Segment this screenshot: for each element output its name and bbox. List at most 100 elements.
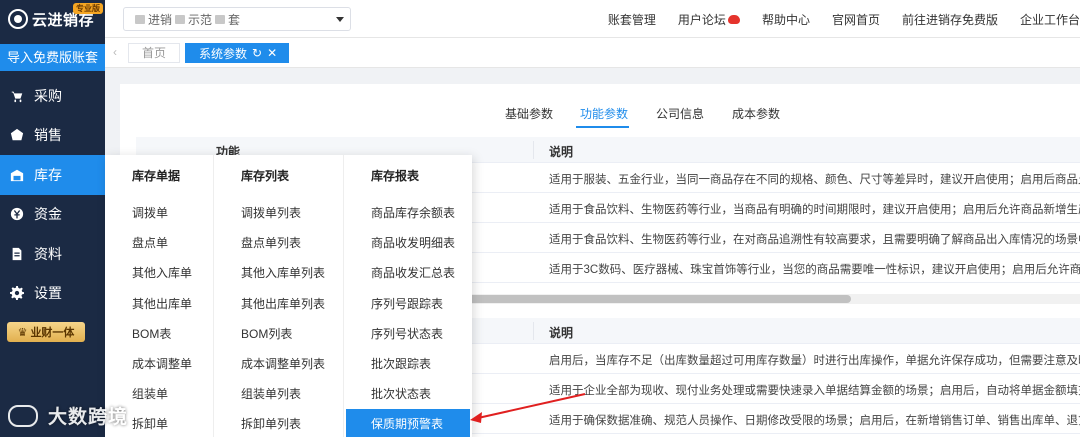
- column-header-desc: 说明: [549, 145, 574, 159]
- sidebar-item-sales[interactable]: 销售: [0, 116, 105, 156]
- column-header-desc: 说明: [549, 326, 574, 340]
- sidebar-item-data[interactable]: 资料: [0, 234, 105, 274]
- link-account-management[interactable]: 账套管理: [608, 11, 656, 28]
- sidebar-item-label: 销售: [34, 127, 62, 144]
- tab-prev-icon[interactable]: ‹: [113, 45, 117, 59]
- inventory-dropdown-menu: 库存单据 调拨单 盘点单 其他入库单 其他出库单 BOM表 成本调整单 组装单 …: [105, 155, 472, 437]
- watermark-logo-icon: [8, 404, 38, 427]
- top-header: 进销 示范 套 账套管理 用户论坛 帮助中心 官网首页 前往进销存免费版 企业工…: [105, 0, 1080, 38]
- tab-label: 系统参数: [199, 46, 248, 61]
- menu-item-serial-tracking-report[interactable]: 序列号跟踪表: [344, 289, 472, 319]
- yecai-button[interactable]: ♛ 业财一体: [7, 322, 85, 342]
- menu-item-other-inbound-list[interactable]: 其他入库单列表: [214, 258, 343, 288]
- dropdown-column-reports: 库存报表 商品库存余额表 商品收发明细表 商品收发汇总表 序列号跟踪表 序列号状…: [344, 155, 472, 437]
- logo-icon: [8, 9, 28, 29]
- dropdown-column-title: 库存列表: [241, 169, 290, 183]
- refresh-icon[interactable]: ↻: [252, 46, 262, 60]
- menu-item-other-inbound[interactable]: 其他入库单: [105, 258, 213, 288]
- column-divider: [533, 141, 534, 159]
- sidebar-menu: 采购 销售 库存 资金 资料 设置: [0, 76, 105, 313]
- blurred-text: [135, 14, 145, 24]
- link-user-forum[interactable]: 用户论坛: [678, 11, 740, 28]
- sidebar-item-label: 资料: [34, 245, 62, 262]
- sidebar-item-label: 资金: [34, 206, 62, 223]
- chevron-down-icon: [336, 17, 344, 22]
- account-select[interactable]: 进销 示范 套: [123, 7, 351, 31]
- menu-item-transfer-list[interactable]: 调拨单列表: [214, 198, 343, 228]
- subtab-basic[interactable]: 基础参数: [505, 105, 553, 122]
- menu-item-other-outbound-list[interactable]: 其他出库单列表: [214, 289, 343, 319]
- sidebar: 云进销存 专业版 导入免费版账套 采购 销售 库存 资金 资料 设置 ♛ 业财一…: [0, 0, 105, 437]
- menu-item-batch-status-report[interactable]: 批次状态表: [344, 379, 472, 409]
- close-icon[interactable]: ✕: [267, 46, 277, 60]
- link-free-version[interactable]: 前往进销存免费版: [902, 11, 998, 28]
- sidebar-item-label: 库存: [34, 166, 62, 183]
- annotation-arrow: [470, 393, 586, 423]
- dropdown-column-lists: 库存列表 调拨单列表 盘点单列表 其他入库单列表 其他出库单列表 BOM列表 成…: [214, 155, 344, 437]
- menu-item-stock-summary-report[interactable]: 商品收发汇总表: [344, 258, 472, 288]
- row-description: 启用后，当库存不足（出库数量超过可用库存数量）时进行出库操作，单据允许保存成功，…: [549, 355, 1080, 367]
- watermark: 大数跨境: [8, 402, 128, 429]
- sidebar-item-inventory[interactable]: 库存: [0, 155, 105, 195]
- menu-item-stock-balance-report[interactable]: 商品库存余额表: [344, 198, 472, 228]
- sidebar-item-funds[interactable]: 资金: [0, 195, 105, 235]
- column-divider: [533, 322, 534, 340]
- tab-system-params[interactable]: 系统参数 ↻ ✕: [185, 43, 289, 63]
- crown-icon: ♛: [17, 326, 28, 339]
- blurred-text: [215, 14, 226, 24]
- row-description: 适用于食品饮料、生物医药等行业，当商品有明确的时间期限时，建议开启使用；启用后允…: [549, 204, 1080, 216]
- header-links: 账套管理 用户论坛 帮助中心 官网首页 前往进销存免费版 企业工作台: [586, 0, 1080, 38]
- app-logo[interactable]: 云进销存 专业版: [0, 0, 105, 38]
- link-official-home[interactable]: 官网首页: [832, 11, 880, 28]
- menu-item-batch-tracking-report[interactable]: 批次跟踪表: [344, 349, 472, 379]
- sidebar-item-settings[interactable]: 设置: [0, 274, 105, 314]
- subtab-function[interactable]: 功能参数: [580, 105, 628, 122]
- sidebar-item-label: 采购: [34, 87, 62, 104]
- dropdown-column-title: 库存单据: [132, 169, 181, 183]
- subtab-cost[interactable]: 成本参数: [732, 105, 780, 122]
- money-icon: [10, 207, 24, 221]
- subtab-company[interactable]: 公司信息: [656, 105, 704, 122]
- cart-icon: [10, 89, 24, 103]
- warehouse-icon: [10, 168, 24, 182]
- menu-item-stocktake-list[interactable]: 盘点单列表: [214, 228, 343, 258]
- menu-item-transfer[interactable]: 调拨单: [105, 198, 213, 228]
- menu-item-other-outbound[interactable]: 其他出库单: [105, 289, 213, 319]
- menu-item-assembly-list[interactable]: 组装单列表: [214, 379, 343, 409]
- import-free-account-button[interactable]: 导入免费版账套: [0, 44, 105, 71]
- link-label: 用户论坛: [677, 12, 726, 27]
- menu-item-stocktake[interactable]: 盘点单: [105, 228, 213, 258]
- param-subtabs: 基础参数 功能参数 公司信息 成本参数: [120, 84, 1080, 128]
- account-name-part: 进销: [148, 12, 173, 27]
- document-icon: [10, 247, 24, 261]
- page-tabs: ‹ 首页 系统参数 ↻ ✕: [105, 38, 1080, 68]
- sidebar-item-purchase[interactable]: 采购: [0, 76, 105, 116]
- row-description: 适用于3C数码、医疗器械、珠宝首饰等行业，当您的商品需要唯一性标识，建议开启使用…: [549, 264, 1080, 276]
- account-name-part: 示范: [188, 12, 213, 27]
- watermark-text: 大数跨境: [48, 407, 129, 428]
- menu-item-stock-detail-report[interactable]: 商品收发明细表: [344, 228, 472, 258]
- sidebar-item-label: 设置: [34, 285, 62, 302]
- arrow-shaft: [477, 393, 586, 419]
- menu-item-cost-adjust-list[interactable]: 成本调整单列表: [214, 349, 343, 379]
- menu-item-disassembly-list[interactable]: 拆卸单列表: [214, 409, 343, 437]
- row-description: 适用于企业全部为现收、现付业务处理或需要快速录入单据结算金额的场景；启用后，自动…: [549, 385, 1080, 397]
- hot-icon: [727, 14, 740, 24]
- row-description: 适用于食品饮料、生物医药等行业，在对商品追溯性有较高要求，且需要明确了解商品出入…: [549, 234, 1080, 246]
- sales-icon: [10, 128, 24, 142]
- pro-badge: 专业版: [73, 3, 103, 14]
- arrow-head: [470, 412, 482, 423]
- link-enterprise-workbench[interactable]: 企业工作台: [1020, 11, 1080, 28]
- link-help-center[interactable]: 帮助中心: [762, 11, 810, 28]
- tab-home[interactable]: 首页: [128, 43, 180, 63]
- menu-item-cost-adjust[interactable]: 成本调整单: [105, 349, 213, 379]
- gear-icon: [10, 286, 24, 301]
- subtab-active-indicator: [576, 126, 629, 128]
- menu-item-bom-list[interactable]: BOM列表: [214, 319, 343, 349]
- yecai-label: 业财一体: [30, 327, 75, 339]
- menu-item-expiry-warning-report[interactable]: 保质期预警表: [346, 409, 470, 437]
- row-description: 适用于服装、五金行业，当同一商品存在不同的规格、颜色、尺寸等差异时，建议开启使用…: [549, 174, 1080, 186]
- dropdown-column-documents: 库存单据 调拨单 盘点单 其他入库单 其他出库单 BOM表 成本调整单 组装单 …: [105, 155, 214, 437]
- menu-item-bom[interactable]: BOM表: [105, 319, 213, 349]
- menu-item-serial-status-report[interactable]: 序列号状态表: [344, 319, 472, 349]
